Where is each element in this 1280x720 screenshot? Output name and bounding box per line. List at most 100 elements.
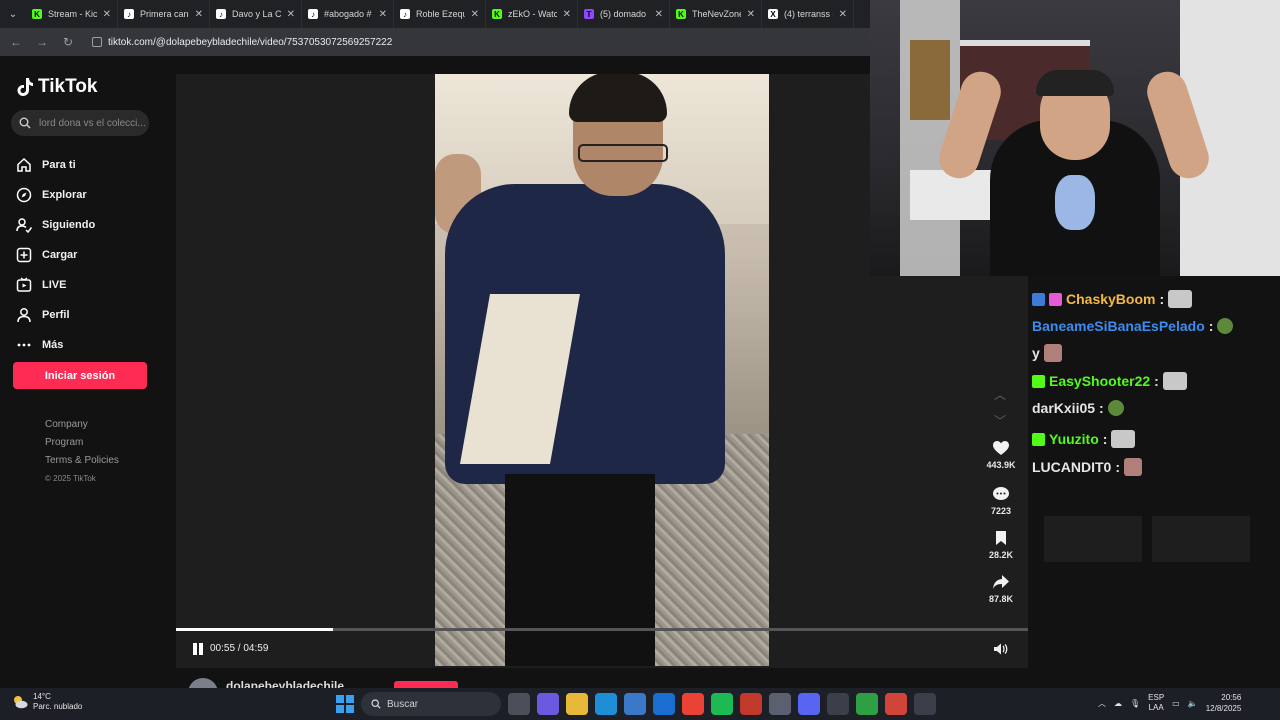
network-icon[interactable]: ▭ — [1172, 699, 1180, 708]
windows-start-icon[interactable] — [336, 695, 354, 713]
weather-temp: 14°C — [33, 692, 51, 701]
browser-tab[interactable]: T (5) domado ✕ — [578, 0, 670, 28]
mic-icon[interactable]: 🎙 — [1130, 699, 1140, 708]
video-progress-bar[interactable] — [176, 628, 1028, 631]
file-explorer-icon[interactable] — [566, 693, 588, 715]
tab-close-icon[interactable]: ✕ — [839, 9, 847, 20]
app-icon-recorder[interactable] — [914, 693, 936, 715]
cloud-icon[interactable]: ☁ — [1114, 699, 1122, 708]
tab-close-icon[interactable]: ✕ — [747, 9, 755, 20]
tab-label: Davo y La Cosa — [232, 9, 281, 19]
store-icon[interactable] — [624, 693, 646, 715]
browser-tab[interactable]: ♪ Primera canción ✕ — [118, 0, 210, 28]
reload-icon[interactable]: ↻ — [60, 35, 76, 49]
copilot-icon[interactable] — [537, 693, 559, 715]
browser-tab[interactable]: X (4) terranss c ✕ — [762, 0, 854, 28]
chat-badge-icon — [1032, 292, 1045, 306]
profile-icon — [16, 307, 32, 323]
search-input[interactable]: lord dona vs el colecci... — [11, 110, 149, 136]
browser-tab[interactable]: ♪ Davo y La Cosa ✕ — [210, 0, 302, 28]
previous-video-icon[interactable]: ︿ — [994, 386, 1006, 403]
chat-username[interactable]: darKxii05 — [1032, 400, 1095, 416]
sidebar-item-siguiendo[interactable]: Siguiendo — [16, 210, 166, 240]
url-field[interactable]: tiktok.com/@dolapebeybladechile/video/75… — [92, 37, 392, 48]
app-icon-triangle[interactable] — [885, 693, 907, 715]
chat-emote-icon — [1162, 372, 1187, 390]
sidebar-item-cargar[interactable]: Cargar — [16, 240, 166, 270]
weather-widget[interactable]: 14°C Parc. nublado — [12, 692, 82, 712]
next-video-icon[interactable]: ﹀ — [994, 412, 1006, 429]
task-view-icon[interactable] — [508, 693, 530, 715]
sidebar-item-perfil[interactable]: Perfil — [16, 300, 166, 330]
app-icon-gray[interactable] — [827, 693, 849, 715]
clock[interactable]: 20:56 12/8/2025 — [1206, 692, 1242, 714]
footer-link-program[interactable]: Program — [45, 434, 119, 452]
taskbar-center: Buscar — [336, 692, 936, 716]
tab-favicon-icon: ♪ — [216, 9, 226, 19]
browser-tab[interactable]: ♪ #abogado # ✕ — [302, 0, 394, 28]
site-info-icon[interactable] — [92, 37, 102, 47]
chat-username[interactable]: Yuuzito — [1049, 431, 1099, 447]
speaker-icon[interactable]: 🔈 — [1188, 699, 1198, 708]
chrome-icon[interactable] — [682, 693, 704, 715]
video-frame[interactable] — [435, 74, 769, 666]
tab-close-icon[interactable]: ✕ — [471, 9, 479, 20]
chat-username[interactable]: LUCANDIT0 — [1032, 459, 1111, 475]
tiktok-logo[interactable]: TikTok — [16, 76, 97, 98]
tab-label: (4) terranss c — [784, 9, 833, 19]
discord-icon[interactable] — [798, 693, 820, 715]
like-button[interactable]: 443.9K — [980, 440, 1022, 470]
author-avatar[interactable] — [188, 678, 218, 688]
chat-username[interactable]: EasyShooter22 — [1049, 373, 1150, 389]
forward-icon[interactable]: → — [34, 35, 50, 49]
taskbar-search[interactable]: Buscar — [361, 692, 501, 716]
tab-favicon-icon: T — [584, 9, 594, 19]
follow-button[interactable] — [394, 681, 458, 688]
chat-separator: : — [1115, 459, 1121, 475]
sidebar-item-label: Para ti — [42, 159, 76, 171]
chat-message: y — [1032, 344, 1062, 362]
search-placeholder: lord dona vs el colecci... — [39, 117, 146, 129]
footer-link-company[interactable]: Company — [45, 416, 119, 434]
tab-search-button[interactable]: ⌄ — [0, 0, 26, 28]
browser-tab[interactable]: K TheNevZone ✕ — [670, 0, 762, 28]
browser-tab[interactable]: K Stream - Kick ✕ — [26, 0, 118, 28]
app-icon-red[interactable] — [740, 693, 762, 715]
tab-close-icon[interactable]: ✕ — [379, 9, 387, 20]
back-icon[interactable]: ← — [8, 35, 24, 49]
app-icon-green[interactable] — [856, 693, 878, 715]
tab-close-icon[interactable]: ✕ — [287, 9, 295, 20]
share-button[interactable]: 87.8K — [980, 574, 1022, 604]
browser-tab[interactable]: ♪ Roble Ezequiel ✕ — [394, 0, 486, 28]
bookmark-icon — [996, 531, 1006, 545]
edge-icon[interactable] — [595, 693, 617, 715]
settings-icon[interactable] — [769, 693, 791, 715]
tab-label: (5) domado — [600, 9, 647, 19]
login-button[interactable]: Iniciar sesión — [13, 362, 147, 389]
chat-username: y — [1032, 345, 1040, 361]
chat-message: LUCANDIT0: — [1032, 458, 1143, 476]
volume-icon[interactable] — [992, 641, 1008, 657]
footer-link-terms[interactable]: Terms & Policies — [45, 452, 119, 470]
pause-icon[interactable] — [192, 643, 204, 655]
tab-close-icon[interactable]: ✕ — [655, 9, 663, 20]
sidebar-item-explorar[interactable]: Explorar — [16, 180, 166, 210]
browser-tab[interactable]: KzEkO - Watch ✕ — [486, 0, 578, 28]
language-indicator[interactable]: ESP LAA — [1148, 693, 1164, 713]
tab-close-icon[interactable]: ✕ — [195, 9, 203, 20]
sidebar-item-para-ti[interactable]: Para ti — [16, 150, 166, 180]
tab-close-icon[interactable]: ✕ — [103, 9, 111, 20]
chat-badge-icon — [1032, 432, 1045, 446]
comment-button[interactable]: 7223 — [980, 486, 1022, 516]
author-name[interactable]: dolapebeybladechile — [226, 679, 344, 688]
tab-close-icon[interactable]: ✕ — [563, 9, 571, 20]
tray-chevron-icon[interactable]: ︿ — [1098, 698, 1106, 709]
sidebar-item-live[interactable]: LIVE — [16, 270, 166, 300]
save-button[interactable]: 28.2K — [980, 530, 1022, 560]
sidebar-item-mas[interactable]: Más — [16, 330, 166, 360]
spotify-icon[interactable] — [711, 693, 733, 715]
weather-desc: Parc. nublado — [33, 702, 83, 711]
chat-username[interactable]: BaneameSiBanaEsPelado — [1032, 318, 1205, 334]
outlook-icon[interactable] — [653, 693, 675, 715]
chat-username[interactable]: ChaskyBoom — [1066, 291, 1155, 307]
